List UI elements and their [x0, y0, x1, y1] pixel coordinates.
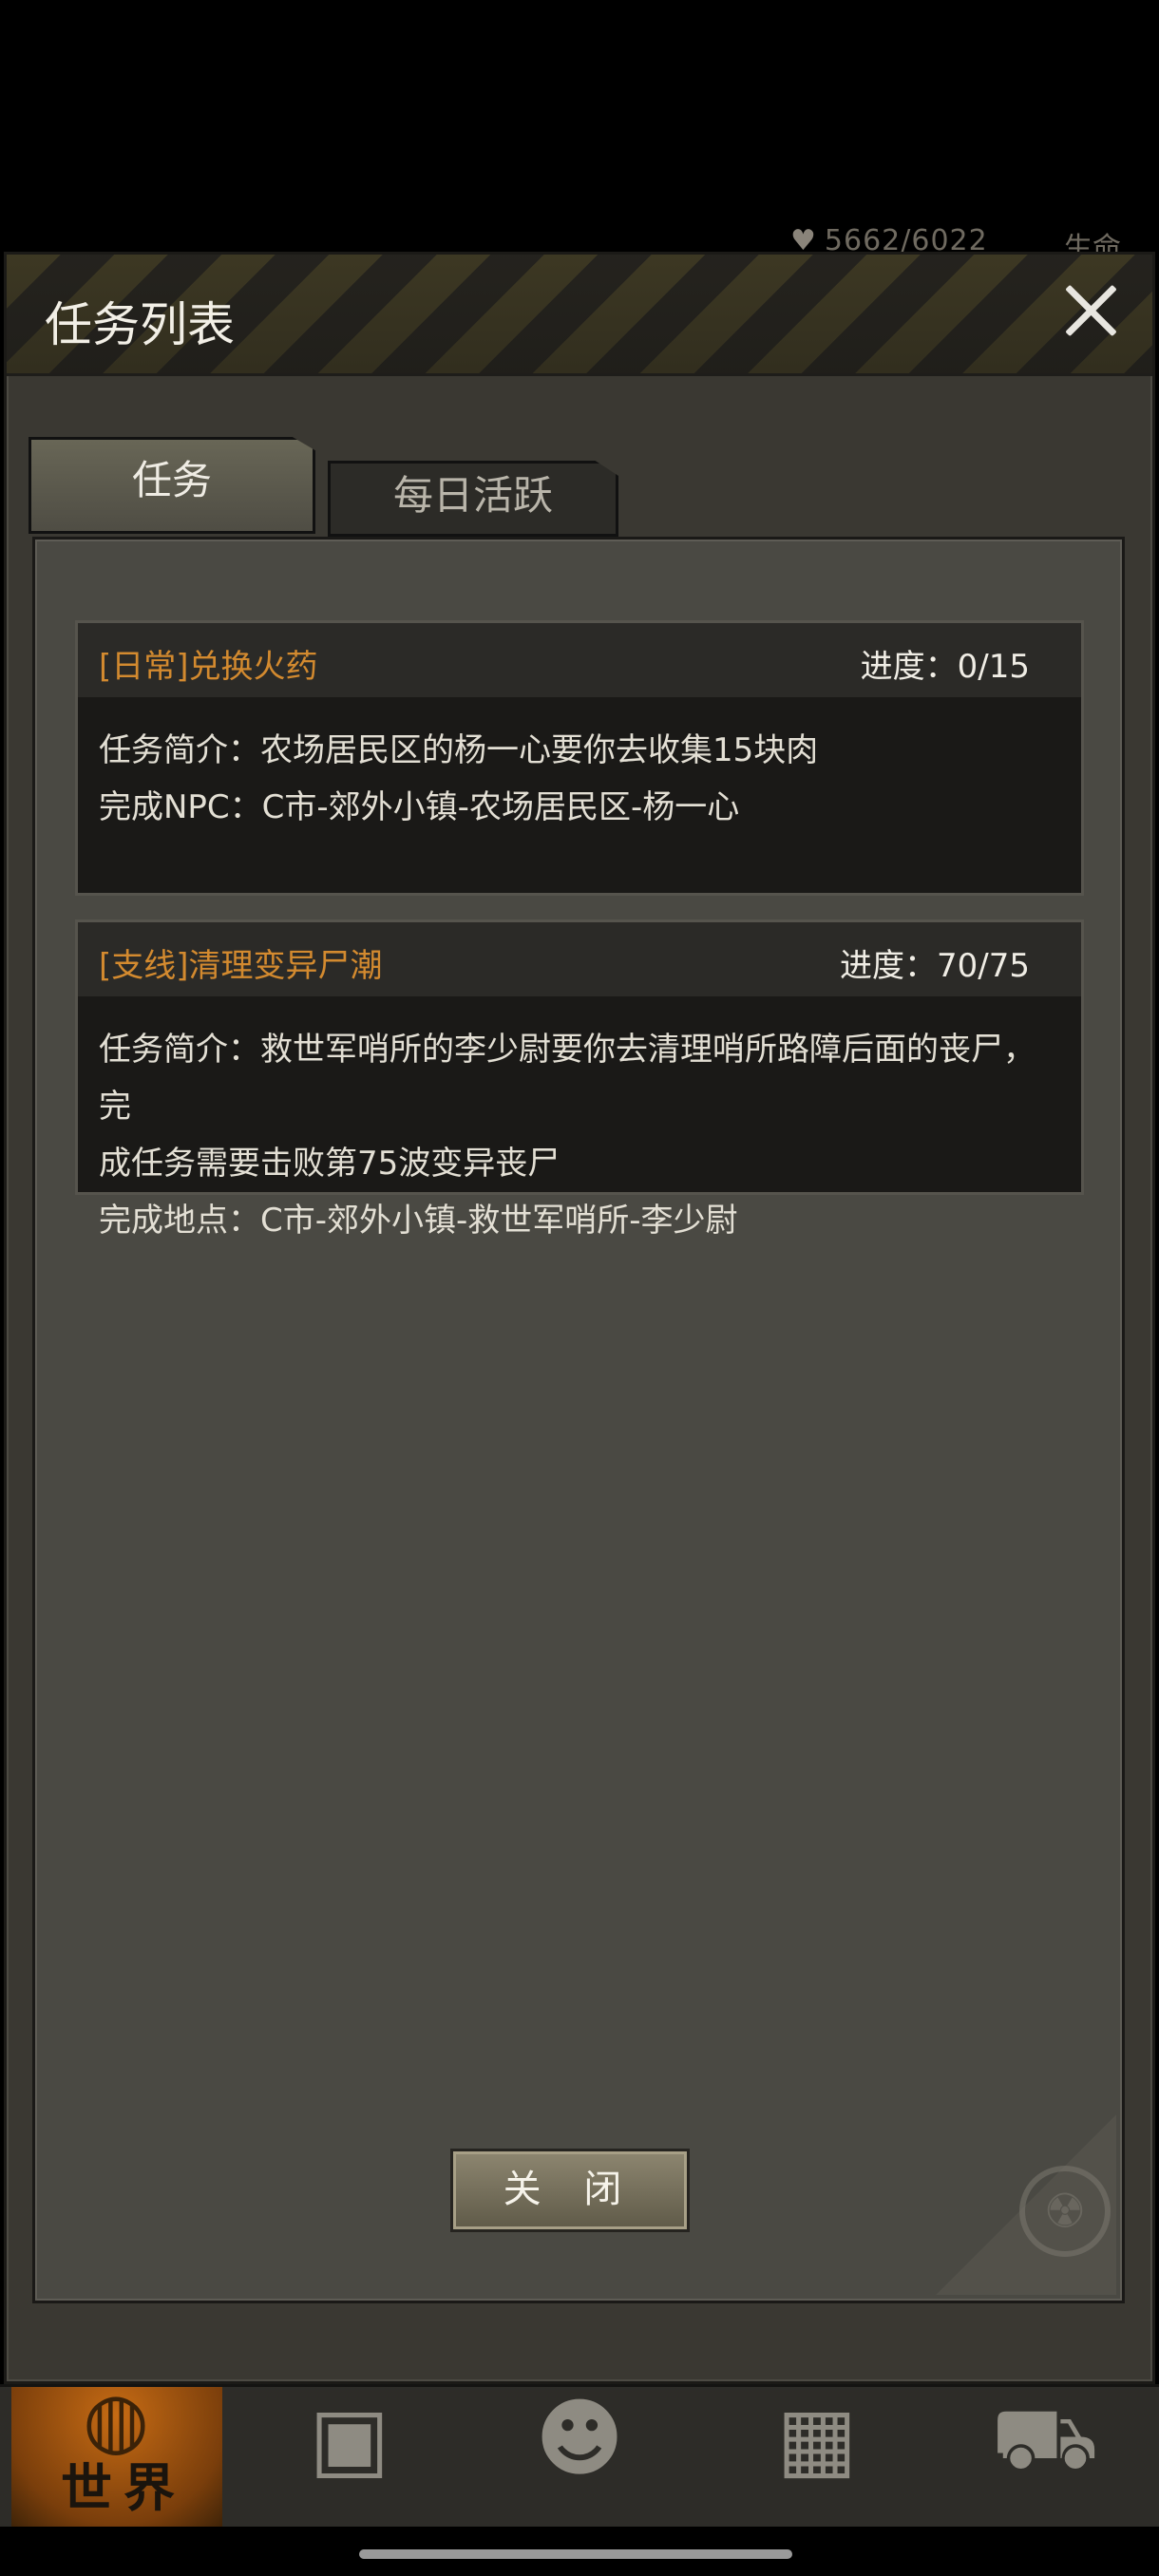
tab-quests[interactable]: 任务 — [28, 437, 315, 534]
quest-panel: [日常]兑换火药 进度：0/15 任务简介：农场居民区的杨一心要你去收集15块肉… — [32, 537, 1125, 2303]
bottom-nav: ◍ 世界 ▣ ☻ ▦ ⛟ — [0, 2376, 1159, 2529]
status-bar: ♥ 5662/6022 生命 — [0, 0, 1159, 265]
nav-world-label: 世界 — [61, 2458, 186, 2518]
quest-card[interactable]: [支线]清理变异尸潮 进度：70/75 任务简介：救世军哨所的李少尉要你去清理哨… — [75, 919, 1084, 1240]
quest-name: [支线]清理变异尸潮 — [99, 947, 383, 985]
quest-progress: 进度：0/15 — [860, 648, 1030, 686]
tab-daily-activity[interactable]: 每日活跃 — [328, 461, 618, 537]
shopping-cart-icon: ⛟ — [991, 2389, 1099, 2489]
quest-description: 任务简介：救世军哨所的李少尉要你去清理哨所路障后面的丧尸，完 成任务需要击败第7… — [78, 996, 1081, 1249]
quest-summary: 任务简介：救世军哨所的李少尉要你去清理哨所路障后面的丧尸，完 — [99, 1031, 1036, 1126]
quest-description: 任务简介：农场居民区的杨一心要你去收集15块肉 完成NPC：C市-郊外小镇-农场… — [78, 697, 1081, 836]
quest-summary: 任务简介：农场居民区的杨一心要你去收集15块肉 — [99, 731, 819, 769]
quest-card[interactable]: [日常]兑换火药 进度：0/15 任务简介：农场居民区的杨一心要你去收集15块肉… — [75, 620, 1084, 896]
dialog-title: 任务列表 — [45, 297, 235, 352]
nav-shop[interactable]: ⛟ — [940, 2387, 1150, 2529]
home-indicator[interactable] — [359, 2549, 792, 2559]
close-button[interactable]: 关 闭 — [450, 2149, 690, 2232]
quest-summary-cont: 成任务需要击败第75波变异丧尸 — [99, 1145, 560, 1183]
globe-icon: ◍ — [83, 2376, 149, 2464]
building-icon: ▦ — [776, 2389, 858, 2489]
nav-character[interactable]: ☻ — [475, 2387, 684, 2529]
nav-backpack[interactable]: ▣ — [245, 2387, 454, 2529]
quest-header: [日常]兑换火药 进度：0/15 — [78, 623, 1081, 697]
character-head-icon: ☻ — [535, 2389, 624, 2489]
dialog-header: 任务列表 — [7, 255, 1152, 376]
quest-complete-location: 完成地点：C市-郊外小镇-救世军哨所-李少尉 — [99, 1202, 738, 1240]
quest-header: [支线]清理变异尸潮 进度：70/75 — [78, 922, 1081, 996]
quest-complete-npc: 完成NPC：C市-郊外小镇-农场居民区-杨一心 — [99, 788, 740, 826]
nav-building[interactable]: ▦ — [712, 2387, 922, 2529]
quest-name: [日常]兑换火药 — [99, 648, 318, 686]
nav-world[interactable]: ◍ 世界 — [11, 2376, 222, 2529]
close-icon[interactable] — [1057, 277, 1124, 344]
backpack-icon: ▣ — [309, 2389, 390, 2489]
quest-progress: 进度：70/75 — [840, 947, 1030, 985]
radiation-icon: ☢ — [1019, 2166, 1111, 2257]
